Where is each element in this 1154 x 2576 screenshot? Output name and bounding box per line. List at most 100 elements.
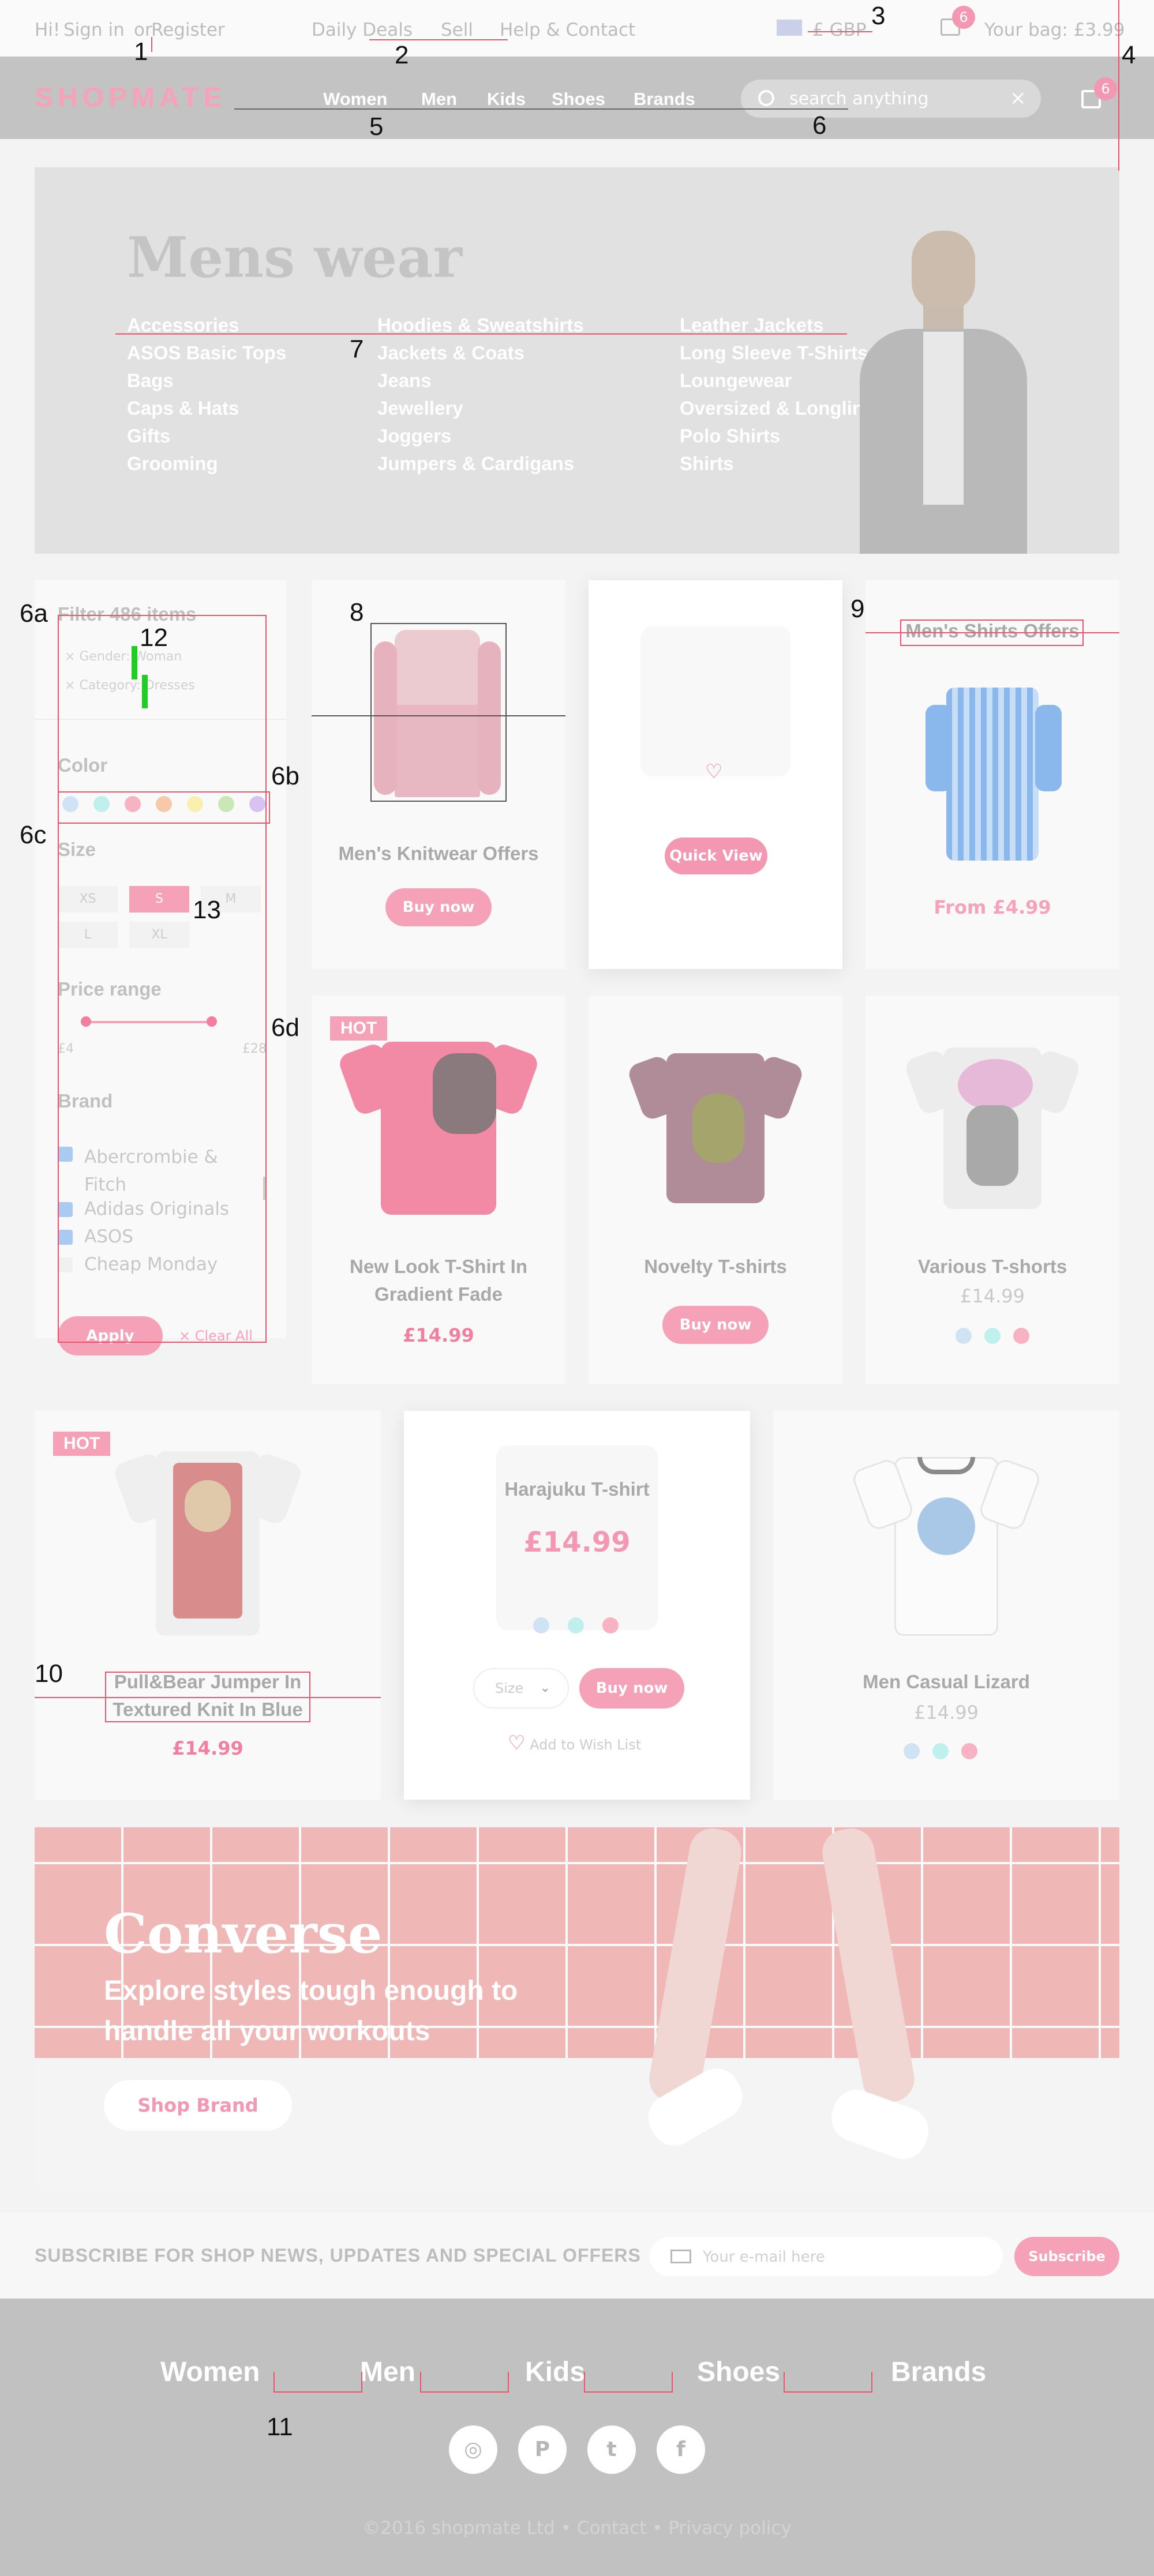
hero-link[interactable]: Jumpers & Cardigans [377, 450, 584, 478]
add-to-wishlist[interactable]: ♡ Add to Wish List [508, 1732, 641, 1755]
product-card[interactable]: HOT New Look T-Shirt In Gradient Fade £1… [312, 996, 565, 1384]
color-swatch[interactable] [602, 1617, 619, 1634]
hero-link[interactable]: ASOS Basic Tops [127, 339, 286, 367]
product-title: Men's Knitwear Offers [338, 843, 539, 864]
instagram-icon[interactable]: ◎ [449, 2425, 497, 2474]
color-swatch[interactable] [533, 1617, 549, 1634]
hero-link[interactable]: Gifts [127, 422, 286, 450]
product-card-hover[interactable]: ♡ Quick View [589, 580, 842, 969]
wishlist-label: Add to Wish List [530, 1737, 642, 1753]
twitter-icon[interactable]: t [587, 2425, 636, 2474]
annotation-label: 10 [35, 1659, 63, 1688]
hero-link[interactable]: Jeans [377, 367, 584, 395]
color-swatch[interactable] [904, 1743, 920, 1759]
color-swatch[interactable] [956, 1328, 972, 1344]
color-swatch[interactable] [932, 1743, 949, 1759]
annotation-label: 5 [369, 112, 384, 141]
hero-link[interactable]: Jackets & Coats [377, 339, 584, 367]
sign-in-link[interactable]: Sign in [63, 20, 125, 40]
footer-link-shoes[interactable]: Shoes [697, 2356, 780, 2388]
bag-total[interactable]: Your bag: £3.99 [984, 20, 1125, 40]
hero-link[interactable]: Hoodies & Sweatshirts [377, 311, 584, 339]
heart-icon[interactable]: ♡ [705, 760, 722, 783]
model-image [825, 231, 1062, 554]
help-contact-link[interactable]: Help & Contact [500, 20, 635, 40]
hero-column-2: Hoodies & Sweatshirts Jackets & Coats Je… [377, 311, 584, 478]
email-field[interactable]: Your e-mail here [650, 2237, 1003, 2276]
hero-title: Mens wear [127, 225, 463, 290]
footer-link-men[interactable]: Men [360, 2356, 415, 2388]
annotation-line [115, 333, 847, 335]
annotation-label: 8 [350, 598, 364, 626]
hero-link[interactable]: Joggers [377, 422, 584, 450]
product-card[interactable]: Men Casual Lizard £14.99 [773, 1411, 1119, 1800]
hero-link[interactable]: Jewellery [377, 395, 584, 422]
annotation-line [151, 37, 152, 52]
privacy-link[interactable]: Privacy policy [668, 2518, 791, 2539]
nav-brands[interactable]: Brands [634, 89, 695, 110]
footer: Women Men Kids Shoes Brands ◎ P t f ©201… [0, 2299, 1154, 2576]
register-link[interactable]: Register [151, 20, 225, 40]
uk-flag-icon [777, 20, 802, 36]
facebook-icon[interactable]: f [657, 2425, 705, 2474]
color-swatch[interactable] [568, 1617, 584, 1634]
annotation-bracket [273, 2372, 362, 2393]
logo[interactable]: SHOPMATE [35, 82, 226, 114]
color-swatch[interactable] [961, 1743, 977, 1759]
annotation-line [369, 39, 508, 40]
nav-women[interactable]: Women [323, 89, 387, 110]
contact-link[interactable]: Contact [577, 2518, 647, 2539]
product-price: £14.99 [960, 1285, 1025, 1307]
pinterest-icon[interactable]: P [518, 2425, 567, 2474]
color-swatch[interactable] [984, 1328, 1001, 1344]
bag-count-badge: 6 [952, 6, 975, 29]
annotation-label: 6 [812, 111, 827, 140]
buy-now-button[interactable]: Buy now [662, 1306, 769, 1344]
copyright: ©2016 shopmate Ltd [362, 2518, 555, 2539]
nav-men[interactable]: Men [421, 89, 457, 110]
sell-link[interactable]: Sell [441, 20, 473, 40]
product-price: £14.99 [914, 1702, 979, 1723]
footer-link-women[interactable]: Women [160, 2356, 260, 2388]
heart-icon: ♡ [508, 1732, 526, 1755]
search-input[interactable]: search anything [789, 89, 929, 109]
nav-shoes[interactable]: Shoes [552, 89, 605, 110]
annotation-label: 12 [140, 624, 168, 652]
mens-wear-hero: Mens wear Accessories ASOS Basic Tops Ba… [35, 167, 1119, 554]
annotation-label: 6b [271, 762, 299, 790]
email-input[interactable]: Your e-mail here [703, 2248, 825, 2266]
color-swatch[interactable] [1013, 1328, 1029, 1344]
quick-view-button[interactable]: Quick View [665, 838, 767, 874]
nav-kids[interactable]: Kids [487, 89, 526, 110]
hero-link[interactable]: Grooming [127, 450, 286, 478]
banner-title: Converse [104, 1902, 383, 1966]
product-card[interactable]: HOT Pull&Bear Jumper In Textured Knit In… [35, 1411, 381, 1800]
footer-link-brands[interactable]: Brands [891, 2356, 986, 2388]
annotation-bracket [784, 2372, 872, 2393]
annotation-line [1118, 0, 1119, 171]
greeting: Hi! [35, 20, 61, 40]
buy-now-button[interactable]: Buy now [385, 888, 492, 926]
buy-now-button[interactable]: Buy now [579, 1668, 684, 1708]
product-title: Men Casual Lizard [863, 1671, 1030, 1692]
hero-link[interactable]: Accessories [127, 311, 286, 339]
shop-brand-button[interactable]: Shop Brand [104, 2080, 292, 2131]
subscribe-button[interactable]: Subscribe [1014, 2237, 1119, 2276]
footer-link-kids[interactable]: Kids [525, 2356, 585, 2388]
nav-bag-count-badge: 6 [1094, 77, 1117, 100]
subscribe-bar: SUBSCRIBE FOR SHOP NEWS, UPDATES AND SPE… [0, 2213, 1154, 2299]
product-card[interactable]: Various T-shorts £14.99 [865, 996, 1119, 1384]
currency-selector[interactable]: £ GBP [812, 20, 867, 40]
annotation-label: 3 [871, 2, 886, 30]
product-card[interactable]: Novelty T-shirts Buy now [589, 996, 842, 1384]
hero-link[interactable]: Caps & Hats [127, 395, 286, 422]
daily-deals-link[interactable]: Daily Deals [312, 20, 413, 40]
banner-subtitle-2: handle all your workouts [104, 2016, 430, 2046]
product-card-hover[interactable]: Harajuku T-shirt £14.99 Size ⌄ Buy now ♡ … [404, 1411, 750, 1800]
search-box[interactable]: search anything × [741, 80, 1041, 118]
king-tshirt-image [111, 1445, 304, 1636]
clear-search-icon[interactable]: × [1010, 87, 1026, 110]
size-select[interactable]: Size ⌄ [473, 1668, 569, 1708]
hero-link[interactable]: Bags [127, 367, 286, 395]
product-title: Harajuku T-shirt [504, 1478, 650, 1500]
